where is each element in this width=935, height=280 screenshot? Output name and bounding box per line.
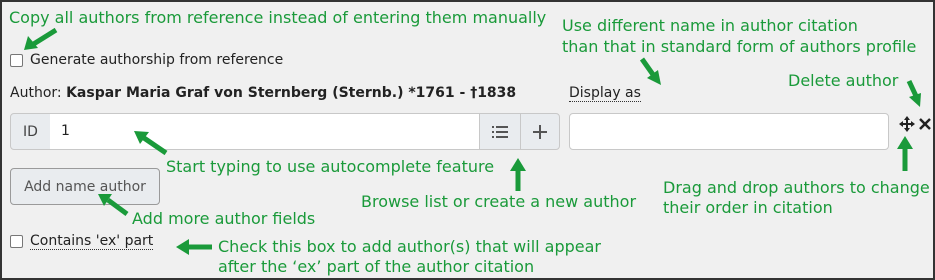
plus-icon (533, 124, 547, 139)
close-icon[interactable] (919, 118, 931, 130)
browse-list-button[interactable] (479, 113, 521, 150)
generate-authorship-checkbox[interactable] (10, 54, 23, 67)
annotation-ex-part-1: Check this box to add author(s) that wil… (218, 237, 602, 256)
annotation-drag-drop-1: Drag and drop authors to change (663, 178, 930, 197)
form-panel: Copy all authors from reference instead … (0, 0, 935, 280)
annotation-different-name-1: Use different name in author citation (562, 16, 858, 35)
arrow-icon (176, 239, 212, 255)
annotation-drag-drop-2: their order in citation (663, 198, 833, 217)
arrow-icon (98, 194, 129, 217)
move-icon[interactable] (899, 116, 915, 132)
arrow-icon (134, 131, 168, 156)
annotation-copy-authors: Copy all authors from reference instead … (9, 8, 547, 27)
arrow-icon (510, 158, 526, 191)
arrow-icon (24, 27, 58, 50)
arrow-icon (906, 79, 921, 107)
author-name: Kaspar Maria Graf von Sternberg (Sternb.… (66, 85, 517, 101)
annotation-delete-author: Delete author (788, 71, 899, 90)
id-addon: ID (10, 113, 51, 150)
display-as-input[interactable] (569, 113, 889, 150)
add-name-author-button[interactable]: Add name author (10, 168, 160, 205)
generate-authorship-label: Generate authorship from reference (30, 52, 284, 68)
author-prefix: Author: (10, 85, 62, 101)
author-id-input[interactable]: 1 (50, 113, 480, 150)
arrow-icon (897, 136, 913, 171)
author-line: Author: Kaspar Maria Graf von Sternberg … (10, 85, 516, 101)
annotation-add-more: Add more author fields (132, 209, 316, 228)
arrow-icon (639, 57, 661, 85)
annotation-ex-part-2: after the ‘ex’ part of the author citati… (218, 257, 535, 276)
annotation-browse-create: Browse list or create a new author (361, 192, 637, 211)
contains-ex-label: Contains 'ex' part (30, 233, 154, 250)
author-id-value: 1 (61, 123, 70, 139)
annotation-different-name-2: than that in standard form of authors pr… (562, 37, 917, 56)
annotation-autocomplete: Start typing to use autocomplete feature (166, 157, 495, 176)
contains-ex-checkbox[interactable] (10, 235, 23, 248)
list-icon (492, 125, 508, 138)
create-author-button[interactable] (520, 113, 560, 150)
display-as-label: Display as (569, 85, 641, 102)
